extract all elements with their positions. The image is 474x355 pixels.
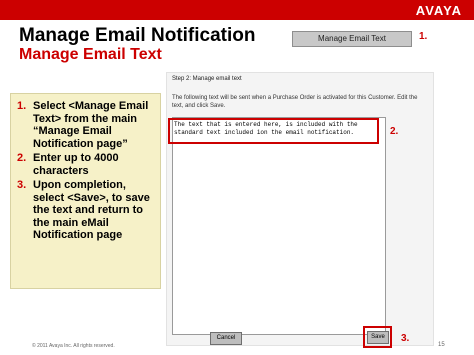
steps-list: 1. Select <Manage Email Text> from the ma… xyxy=(11,94,160,242)
step-number: 2. xyxy=(17,152,27,164)
highlight-box-text xyxy=(168,118,379,144)
page-subtitle: Manage Email Text xyxy=(19,46,162,63)
top-banner: AVAYA xyxy=(0,0,474,20)
callout-2: 2. xyxy=(390,126,399,137)
step-item: 1. Select <Manage Email Text> from the ma… xyxy=(17,100,154,150)
highlight-box-save xyxy=(363,326,392,348)
callout-3: 3. xyxy=(401,333,410,344)
step-text: Enter up to 4000 characters xyxy=(33,152,119,177)
step-number: 3. xyxy=(17,179,27,191)
step-item: 3. Upon completion, select <Save>, to sav… xyxy=(17,179,154,242)
step-number: 1. xyxy=(17,100,27,112)
step-text: Upon completion, select <Save>, to save … xyxy=(33,179,150,241)
page-title: Manage Email Notification xyxy=(19,25,256,46)
callout-1: 1. xyxy=(419,31,428,42)
copyright-text: © 2011 Avaya Inc. All rights reserved. xyxy=(32,343,115,349)
manage-email-text-button[interactable]: Manage Email Text xyxy=(292,31,412,47)
page-number: 15 xyxy=(438,342,445,348)
step-label: Step 2: Manage email text xyxy=(172,76,242,82)
step-item: 2. Enter up to 4000 characters xyxy=(17,152,154,177)
steps-panel: 1. Select <Manage Email Text> from the ma… xyxy=(10,93,161,289)
email-text-area[interactable] xyxy=(172,117,386,335)
step-text: Select <Manage Email Text> from the main… xyxy=(33,100,149,150)
cancel-button[interactable]: Cancel xyxy=(210,332,242,345)
avaya-logo: AVAYA xyxy=(415,3,462,18)
form-instructions: The following text will be sent when a P… xyxy=(172,95,418,109)
